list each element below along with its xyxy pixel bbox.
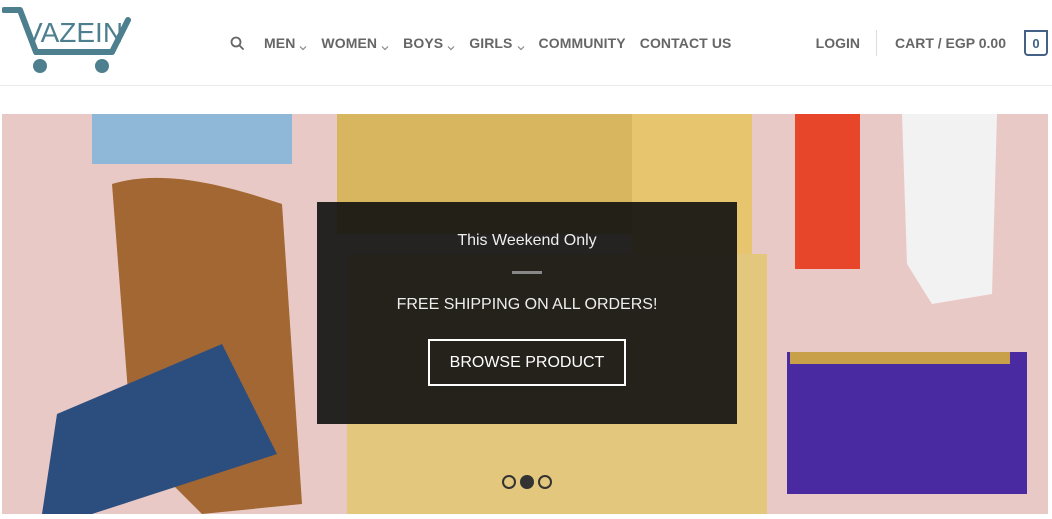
chevron-down-icon — [517, 39, 525, 51]
nav-item-label: CONTACT US — [639, 35, 732, 51]
nav-item-label: BOYS — [403, 35, 444, 51]
nav-item-label: WOMEN — [321, 35, 378, 51]
nav-item-community[interactable]: COMMUNITY — [539, 35, 626, 51]
slider-dot-3[interactable] — [538, 475, 552, 489]
hero-banner: This Weekend Only FREE SHIPPING ON ALL O… — [2, 114, 1048, 514]
nav-item-boys[interactable]: BOYS — [403, 35, 455, 51]
header-actions: LOGIN CART / EGP 0.00 0 — [816, 26, 1052, 60]
nav-item-label: GIRLS — [469, 35, 513, 51]
nav-item-women[interactable]: WOMEN — [321, 35, 389, 51]
logo-text: VAZEIN — [24, 17, 123, 48]
site-header: VAZEIN MEN WOMEN BOYS GIRLS COMMUNITY CO… — [0, 0, 1052, 86]
slider-dots — [502, 475, 556, 489]
chevron-down-icon — [381, 39, 389, 51]
cart-count-badge[interactable]: 0 — [1024, 30, 1048, 56]
nav-item-label: MEN — [264, 35, 296, 51]
nav-item-girls[interactable]: GIRLS — [469, 35, 524, 51]
promo-headline: FREE SHIPPING ON ALL ORDERS! — [396, 296, 658, 313]
chevron-down-icon — [447, 39, 455, 51]
promo-overlay: This Weekend Only FREE SHIPPING ON ALL O… — [317, 202, 737, 424]
promo-eyebrow: This Weekend Only — [457, 232, 597, 249]
slider-dot-2[interactable] — [520, 475, 534, 489]
main-nav: MEN WOMEN BOYS GIRLS COMMUNITY CONTACT U… — [230, 30, 745, 56]
login-link[interactable]: LOGIN — [816, 30, 877, 56]
nav-item-men[interactable]: MEN — [264, 35, 307, 51]
browse-product-button[interactable]: BROWSE PRODUCT — [428, 339, 626, 386]
chevron-down-icon — [299, 39, 307, 51]
slider-dot-1[interactable] — [502, 475, 516, 489]
cart-link[interactable]: CART / EGP 0.00 — [895, 35, 1006, 51]
nav-item-label: COMMUNITY — [538, 35, 626, 51]
search-icon[interactable] — [230, 35, 246, 51]
nav-item-contact-us[interactable]: CONTACT US — [640, 35, 732, 51]
vazein-logo[interactable]: VAZEIN — [1, 2, 134, 76]
promo-divider — [512, 271, 542, 274]
